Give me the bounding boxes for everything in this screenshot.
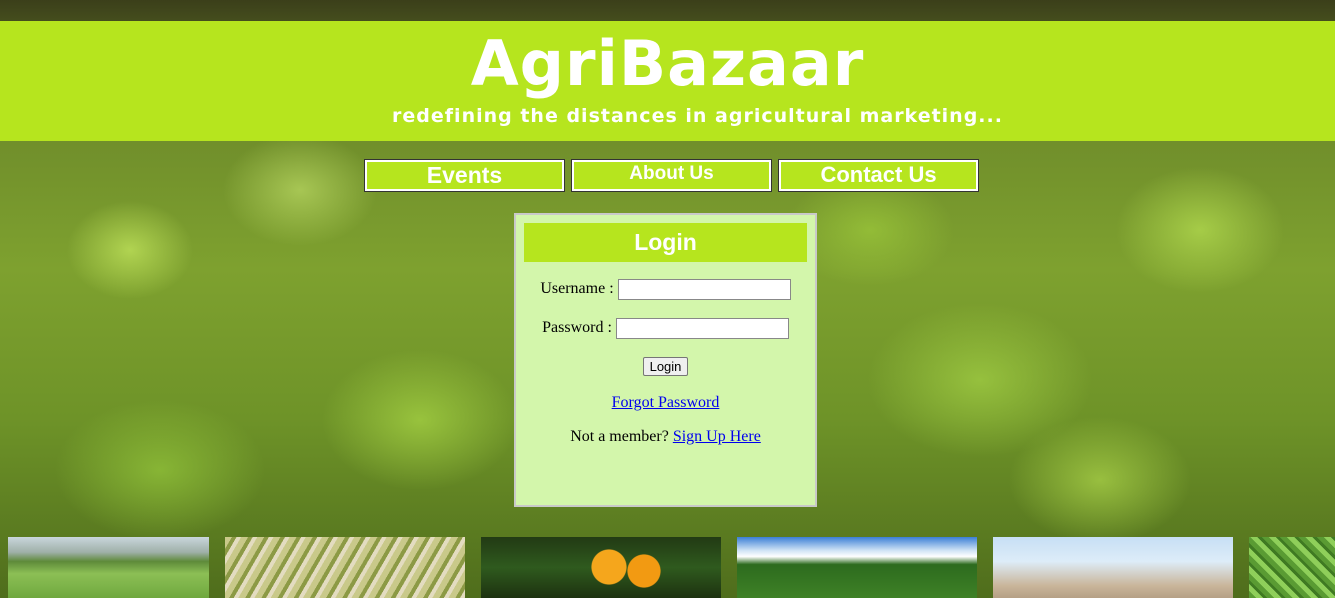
nav-events[interactable]: Events: [364, 159, 565, 192]
password-label: Password :: [542, 319, 612, 337]
login-heading: Login: [524, 223, 807, 262]
signup-row: Not a member? Sign Up Here: [516, 428, 815, 446]
photo-gallery: [0, 537, 1335, 598]
nav-contact-us[interactable]: Contact Us: [778, 159, 979, 192]
nav-about-us[interactable]: About Us: [571, 159, 772, 192]
field-photo[interactable]: [8, 537, 209, 598]
sky-photo[interactable]: [993, 537, 1233, 598]
username-label: Username :: [540, 280, 614, 298]
login-panel: Login Username : Password : Login Forgot…: [514, 213, 817, 507]
password-row: Password :: [516, 318, 815, 339]
login-button-row: Login: [516, 357, 815, 376]
site-header: AgriBazaar redefining the distances in a…: [0, 21, 1335, 141]
lettuce-photo[interactable]: [1249, 537, 1335, 598]
forgot-password-link[interactable]: Forgot Password: [612, 394, 720, 411]
sign-up-link[interactable]: Sign Up Here: [673, 428, 761, 445]
username-row: Username :: [516, 279, 815, 300]
herbs-photo[interactable]: [225, 537, 465, 598]
password-input[interactable]: [615, 318, 789, 339]
oranges-photo[interactable]: [481, 537, 721, 598]
farmland-photo[interactable]: [737, 537, 977, 598]
forgot-row: Forgot Password: [516, 394, 815, 412]
login-button[interactable]: Login: [642, 357, 689, 376]
member-prompt: Not a member?: [570, 428, 669, 445]
site-title: AgriBazaar: [470, 27, 865, 100]
username-input[interactable]: [617, 279, 791, 300]
site-tagline: redefining the distances in agricultural…: [392, 105, 1003, 127]
